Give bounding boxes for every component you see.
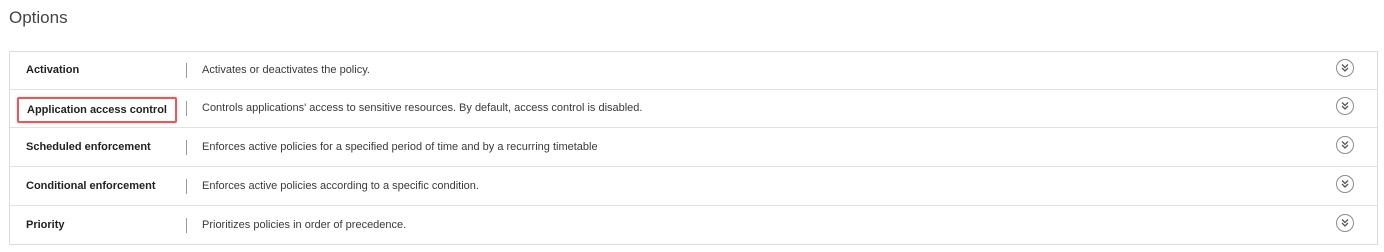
option-row-priority[interactable]: Priority Prioritizes policies in order o… bbox=[10, 207, 1377, 245]
option-description: Enforces active policies according to a … bbox=[202, 180, 479, 192]
option-name: Application access control bbox=[17, 97, 177, 123]
option-description: Prioritizes policies in order of precede… bbox=[202, 219, 407, 231]
double-chevron-down-icon bbox=[1341, 102, 1349, 110]
option-name: Scheduled enforcement bbox=[26, 141, 151, 153]
option-row-application-access-control[interactable]: Application access control Controls appl… bbox=[10, 90, 1377, 128]
expand-button[interactable] bbox=[1336, 214, 1354, 232]
option-description: Controls applications' access to sensiti… bbox=[202, 102, 643, 114]
double-chevron-down-icon bbox=[1341, 64, 1349, 72]
expand-button[interactable] bbox=[1336, 59, 1354, 77]
option-name: Conditional enforcement bbox=[26, 180, 156, 192]
divider bbox=[186, 179, 187, 194]
divider bbox=[186, 140, 187, 155]
option-name: Priority bbox=[26, 219, 65, 231]
double-chevron-down-icon bbox=[1341, 180, 1349, 188]
expand-button[interactable] bbox=[1336, 136, 1354, 154]
option-row-activation[interactable]: Activation Activates or deactivates the … bbox=[10, 52, 1377, 90]
option-name: Activation bbox=[26, 64, 80, 76]
option-row-scheduled-enforcement[interactable]: Scheduled enforcement Enforces active po… bbox=[10, 129, 1377, 167]
divider bbox=[186, 101, 187, 116]
option-description: Enforces active policies for a specified… bbox=[202, 141, 598, 153]
page-title: Options bbox=[9, 8, 68, 27]
double-chevron-down-icon bbox=[1341, 219, 1349, 227]
divider bbox=[186, 63, 187, 78]
option-description: Activates or deactivates the policy. bbox=[202, 64, 370, 76]
divider bbox=[186, 218, 187, 233]
option-row-conditional-enforcement[interactable]: Conditional enforcement Enforces active … bbox=[10, 168, 1377, 206]
double-chevron-down-icon bbox=[1341, 141, 1349, 149]
expand-button[interactable] bbox=[1336, 97, 1354, 115]
options-panel: Activation Activates or deactivates the … bbox=[9, 51, 1378, 245]
expand-button[interactable] bbox=[1336, 175, 1354, 193]
